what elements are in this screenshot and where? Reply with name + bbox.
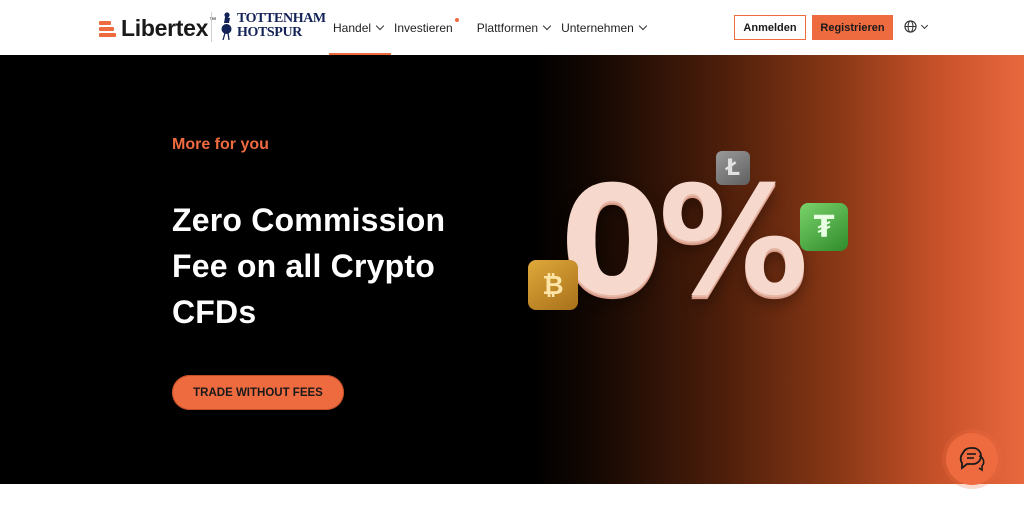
nav-item-label: Plattformen (476, 20, 539, 35)
logo-text: Libertex (121, 15, 209, 41)
globe-icon (904, 20, 917, 33)
trade-without-fees-button[interactable]: TRADE WITHOUT FEES (172, 375, 344, 410)
cockerel-crest-icon (221, 12, 232, 41)
language-selector[interactable] (904, 20, 929, 33)
nav-item-unternehmen[interactable]: Unternehmen (561, 0, 648, 55)
chat-button[interactable] (946, 433, 998, 485)
partner-line-2: HOTSPUR (237, 25, 302, 40)
notification-dot (454, 18, 459, 22)
hero-banner: More for you Zero Commission Fee on all … (0, 55, 1024, 484)
site-header: Libertex ™ TOTTENHAM HOTSPUR Handel Inve… (0, 0, 1024, 55)
tether-icon: ₮ (800, 203, 848, 251)
nav-item-label: Unternehmen (561, 20, 634, 35)
main-nav: Handel Investieren Plattformen Unternehm… (328, 0, 657, 55)
chat-icon (959, 447, 985, 472)
zero-percent-graphic: 0% (560, 155, 809, 329)
tottenham-hotspur-logo[interactable]: TOTTENHAM HOTSPUR (219, 11, 326, 41)
header-divider (211, 12, 212, 42)
chevron-down-icon (638, 21, 648, 30)
hero-headline: Zero Commission Fee on all Crypto CFDs (172, 202, 446, 330)
chevron-down-icon (375, 21, 385, 30)
nav-item-plattformen[interactable]: Plattformen (476, 0, 552, 55)
chevron-down-icon (920, 21, 929, 29)
litecoin-icon: Ł (716, 151, 750, 185)
nav-item-label: Handel (333, 20, 372, 35)
zero-percent-artwork: 0% Ł ₮ ₿ (520, 145, 880, 345)
libertex-logo-icon (99, 20, 116, 37)
nav-item-handel[interactable]: Handel (328, 0, 392, 55)
nav-item-investieren[interactable]: Investieren (394, 0, 459, 55)
login-button[interactable]: Anmelden (734, 15, 806, 40)
bitcoin-icon: ₿ (528, 260, 578, 310)
hero-kicker: More for you (172, 136, 269, 153)
libertex-logo[interactable]: Libertex ™ (99, 15, 216, 42)
nav-item-label: Investieren (394, 20, 453, 35)
partner-line-1: TOTTENHAM (237, 11, 326, 26)
register-button[interactable]: Registrieren (812, 15, 893, 40)
chevron-down-icon (542, 21, 552, 30)
